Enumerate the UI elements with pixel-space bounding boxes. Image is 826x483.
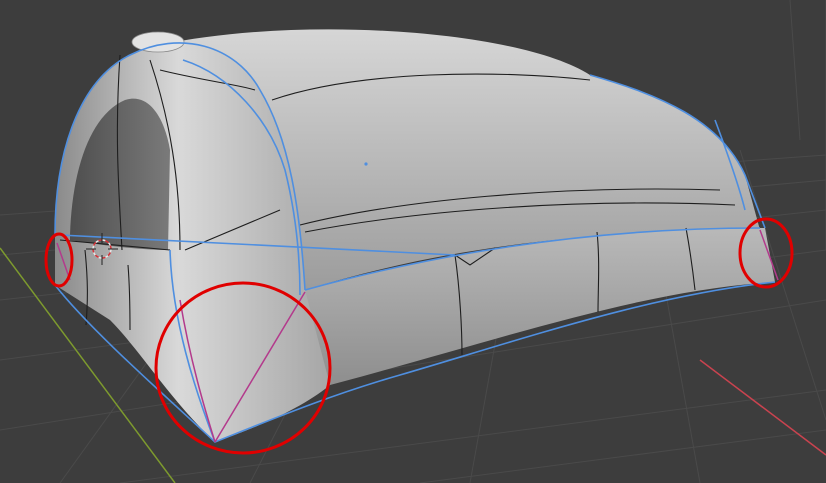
mesh-top-knob[interactable] xyxy=(131,31,185,53)
viewport-scene[interactable] xyxy=(0,0,826,483)
3d-viewport[interactable] xyxy=(0,0,826,483)
selected-vertex[interactable] xyxy=(364,162,368,166)
x-axis-line xyxy=(699,359,826,456)
mesh-object[interactable] xyxy=(54,29,779,443)
